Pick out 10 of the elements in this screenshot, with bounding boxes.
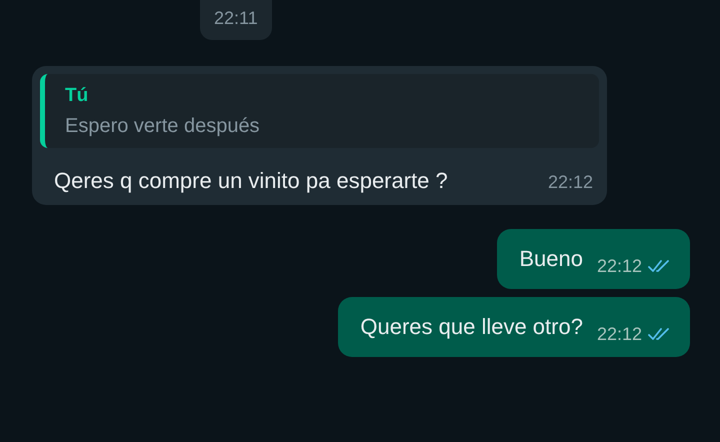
message-time: 22:12: [596, 323, 642, 345]
quote-text: Espero verte después: [65, 114, 260, 138]
date-label: 22:11: [214, 8, 258, 28]
quote-author: Tú: [65, 84, 88, 108]
message-text: Qeres q compre un vinito pa esperarte ?: [54, 167, 449, 195]
message-text: Queres que lleve otro?: [360, 313, 583, 341]
message-time: 22:12: [548, 171, 593, 193]
quoted-message[interactable]: Tú Espero verte después: [40, 74, 599, 148]
message-text: Bueno: [519, 245, 583, 273]
message-time: 22:12: [596, 255, 642, 277]
